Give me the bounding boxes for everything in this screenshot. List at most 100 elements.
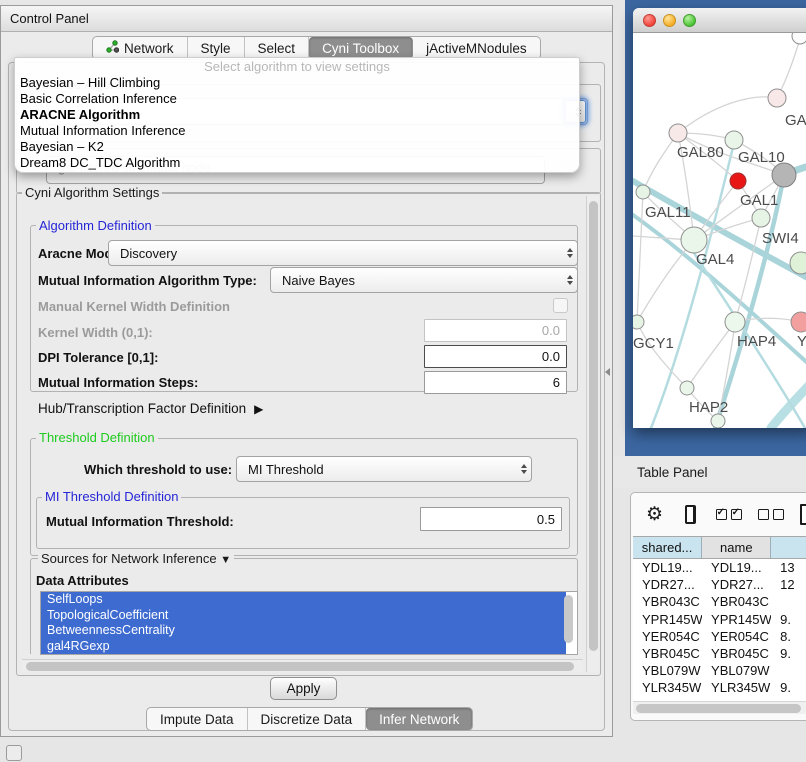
network-edge[interactable] [735,218,761,322]
attributes-scrollbar-thumb[interactable] [564,595,573,643]
settings-vertical-scrollbar[interactable] [586,196,599,672]
expander-arrow-down-icon: ▼ [220,554,231,566]
mi-threshold-field[interactable]: 0.5 [420,507,562,531]
algorithm-option-aracne-algorithm[interactable]: ARACNE Algorithm [15,107,579,123]
column-header-shared-[interactable]: shared... [633,537,702,558]
settings-vertical-scrollbar-thumb[interactable] [589,201,598,651]
attribute-item-gal4rgexp[interactable]: gal4RGexp [41,639,566,655]
table-cell: 9. [771,646,806,661]
network-node-gal4[interactable] [681,227,707,253]
dpi-tolerance-field[interactable]: 0.0 [424,345,567,368]
columns-icon[interactable] [685,505,696,524]
network-node-gal80[interactable] [669,124,687,142]
network-node[interactable] [772,163,796,187]
sources-expander[interactable]: Sources for Network Inference ▼ [38,552,234,567]
algorithm-dropdown-list[interactable]: Select algorithm to view settings Bayesi… [14,57,580,173]
table-cell: YBL079W [702,663,771,678]
tab-select[interactable]: Select [245,37,310,59]
network-node[interactable] [711,414,725,428]
table-row[interactable]: YLR345WYLR345W9. [633,679,806,696]
zoom-traffic-light-icon[interactable] [683,14,696,27]
table-row[interactable]: YBR043CYBR043C [633,593,806,610]
algorithm-option-basic-correlation-inference[interactable]: Basic Correlation Inference [15,91,579,107]
dock-icon[interactable] [6,745,22,761]
collapse-sash-icon[interactable] [605,368,610,376]
table-row[interactable]: YBL079WYBL079W [633,662,806,679]
algorithm-option-bayesian-hill-climbing[interactable]: Bayesian – Hill Climbing [15,75,579,91]
table-cell: 9. [771,680,806,695]
network-node-y[interactable] [791,312,806,332]
tab-network[interactable]: Network [93,37,188,59]
table-panel-title: Table Panel [637,465,708,480]
tab-impute-data[interactable]: Impute Data [147,708,248,730]
table-cell: YPR145W [633,612,702,627]
network-node[interactable] [730,173,746,189]
aracne-mode-combo[interactable]: Discovery [108,240,578,266]
hub-tf-expander[interactable]: Hub/Transcription Factor Definition ▶ [38,401,263,416]
settings-horizontal-scrollbar-thumb[interactable] [26,662,574,671]
table-horizontal-scrollbar[interactable] [633,701,806,714]
select-all-checkboxes-icon[interactable] [716,509,742,520]
network-node-gal[interactable] [768,89,786,107]
attribute-item-topologicalcoefficient[interactable]: TopologicalCoefficient [41,608,566,624]
tab-style[interactable]: Style [188,37,245,59]
network-edge[interactable] [678,97,777,133]
network-node-gal1[interactable] [752,209,770,227]
deselect-all-checkboxes-icon[interactable] [758,509,784,520]
attribute-item-betweennesscentrality[interactable]: BetweennessCentrality [41,623,566,639]
table-row[interactable]: YER054CYER054C8. [633,628,806,645]
data-attributes-list[interactable]: SelfLoopsTopologicalCoefficientBetweenne… [40,591,578,655]
network-node-gcy1[interactable] [633,315,644,329]
table-cell: 13 [771,560,806,575]
tab-discretize-data[interactable]: Discretize Data [248,708,367,730]
combo-stepper-icon [567,275,573,285]
network-view-window: GALGAL80GAL10GAL1GAL11GAL4SWI4GCY1HAP4YH… [633,8,806,428]
table-cell: YER054C [633,629,702,644]
mi-type-label: Mutual Information Algorithm Type: [38,273,257,288]
algorithm-option-mutual-information-inference[interactable]: Mutual Information Inference [15,123,579,139]
node-label-swi4: SWI4 [762,230,799,247]
network-node-hap4[interactable] [725,312,745,332]
dropdown-prompt: Select algorithm to view settings [15,58,579,75]
which-threshold-combo[interactable]: MI Threshold [236,456,532,482]
network-node[interactable] [792,33,806,44]
kernel-width-field[interactable]: 0.0 [424,319,567,342]
mi-steps-field[interactable]: 6 [424,371,567,394]
close-traffic-light-icon[interactable] [643,14,656,27]
column-header-extra[interactable] [771,537,806,558]
mi-type-combo[interactable]: Naive Bayes [270,267,578,293]
algorithm-option-bayesian-k2[interactable]: Bayesian – K2 [15,139,579,155]
tab-jactivemnodules[interactable]: jActiveMNodules [413,37,540,59]
table-horizontal-scrollbar-thumb[interactable] [636,704,801,713]
tab-infer-network[interactable]: Infer Network [366,708,472,730]
column-header-name[interactable]: name [702,537,771,558]
node-label-gal1: GAL1 [740,192,778,209]
node-label-gcy1: GCY1 [633,335,674,352]
network-graph[interactable]: GALGAL80GAL10GAL1GAL11GAL4SWI4GCY1HAP4YH… [633,33,806,428]
apply-button[interactable]: Apply [270,677,337,700]
table-row[interactable]: YDL19...YDL19...13 [633,559,806,576]
network-edge[interactable] [637,322,687,388]
settings-horizontal-scrollbar[interactable] [22,659,583,672]
attribute-item-selfloops[interactable]: SelfLoops [41,592,566,608]
which-threshold-label: Which threshold to use: [84,462,232,477]
algorithm-option-dream8-dc-tdc-algorithm[interactable]: Dream8 DC_TDC Algorithm [15,155,579,171]
network-edge[interactable] [637,240,694,322]
network-node-gal10[interactable] [725,131,743,149]
minimize-traffic-light-icon[interactable] [663,14,676,27]
network-window-titlebar[interactable] [633,8,806,33]
mi-steps-label: Mutual Information Steps: [38,375,198,390]
network-node-hap2[interactable] [680,381,694,395]
network-edge[interactable] [643,133,678,192]
gear-icon[interactable]: ⚙ [646,505,663,524]
network-edge[interactable] [637,192,643,322]
table-row[interactable]: YBR045CYBR045C9. [633,645,806,662]
file-export-icon[interactable] [800,504,806,525]
table-row[interactable]: YDR27...YDR27...12 [633,576,806,593]
tab-cyni-toolbox[interactable]: Cyni Toolbox [309,37,413,59]
network-edge[interactable] [687,322,735,388]
combo-stepper-icon [521,464,527,474]
manual-kernel-checkbox[interactable] [553,298,568,313]
network-node-gal11[interactable] [636,185,650,199]
table-row[interactable]: YPR145WYPR145W9. [633,611,806,628]
